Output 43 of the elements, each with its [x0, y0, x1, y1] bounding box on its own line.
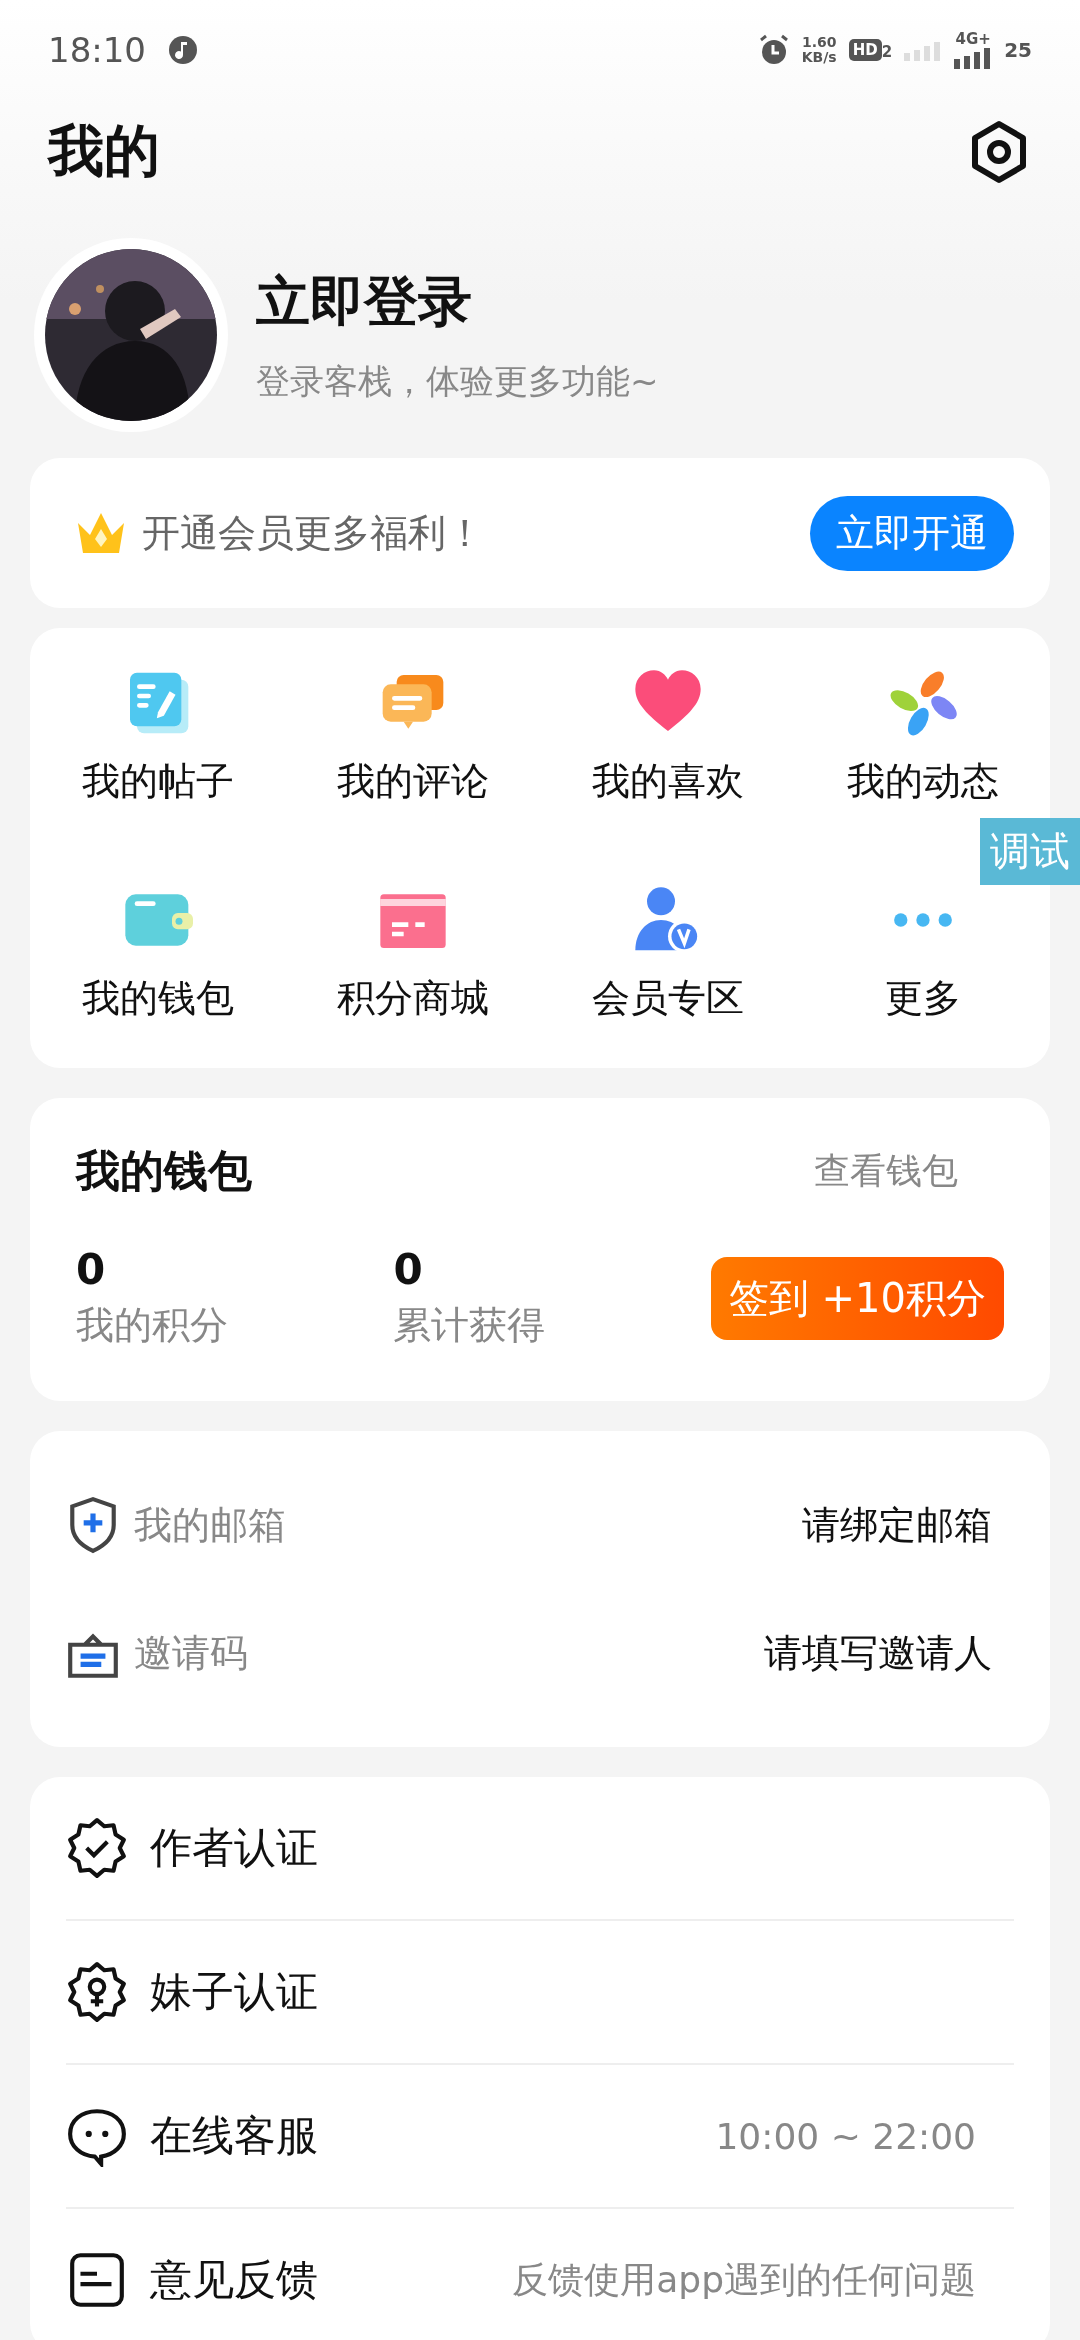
- row-label: 邀请码: [134, 1629, 248, 1677]
- shortcut-item[interactable]: 会员专区: [591, 973, 744, 1024]
- page-title: 我的: [48, 117, 160, 185]
- menu-item-detail: 反馈使用app遇到的任何问题: [512, 2257, 976, 2302]
- more-icon: [892, 912, 953, 928]
- stat-label: 我的积分: [76, 1302, 229, 1349]
- speed-unit: KB/s: [801, 50, 837, 66]
- profile-subtitle: 登录客栈，体验更多功能~: [256, 359, 659, 403]
- shortcut-item[interactable]: 我的喜欢: [591, 756, 744, 807]
- menu-item[interactable]: 妹子认证: [150, 1964, 318, 2020]
- alarm-icon: [757, 34, 790, 66]
- menu-item[interactable]: 作者认证: [150, 1820, 318, 1876]
- stat-label: 累计获得: [393, 1302, 547, 1349]
- shortcut-item[interactable]: 我的动态: [846, 756, 999, 807]
- menu-item[interactable]: 意见反馈: [150, 2252, 318, 2308]
- login-link[interactable]: 立即登录: [256, 265, 659, 339]
- music-note-icon: [168, 35, 198, 65]
- status-time: 18:10: [48, 30, 146, 70]
- stat-value: 0: [76, 1245, 107, 1294]
- view-wallet-link[interactable]: 查看钱包: [814, 1147, 958, 1196]
- menu-item[interactable]: 在线客服: [150, 2108, 318, 2164]
- wallet-title: 我的钱包: [76, 1144, 252, 1198]
- shortcut-item[interactable]: 积分商城: [336, 973, 489, 1024]
- network-type: 4G+: [955, 31, 991, 47]
- row-action[interactable]: 请填写邀请人: [764, 1627, 992, 1679]
- shortcut-item[interactable]: 我的钱包: [81, 973, 234, 1024]
- row-action[interactable]: 请绑定邮箱: [802, 1499, 992, 1551]
- row-label: 我的邮箱: [134, 1501, 286, 1549]
- menu-item-detail: 10:00 ~ 22:00: [715, 2115, 976, 2157]
- badge-check-icon: [66, 1817, 128, 1879]
- shortcut-item[interactable]: 更多: [884, 973, 961, 1024]
- badge-female-icon: [66, 1961, 128, 2023]
- join-vip-button[interactable]: 立即开通: [810, 495, 1014, 571]
- signal-icon: [904, 39, 943, 61]
- stat-value: 0: [393, 1245, 424, 1294]
- shortcut-item[interactable]: 我的评论: [336, 756, 489, 807]
- vip-promo-text: 开通会员更多福利！: [142, 509, 484, 557]
- shortcut-item[interactable]: 我的帖子: [81, 756, 234, 807]
- signal-icon: [954, 46, 993, 69]
- battery-level: 25: [1004, 38, 1032, 62]
- sim-number: 2: [881, 43, 893, 61]
- network-speed: 1.60: [801, 34, 837, 50]
- hd-badge: HD: [848, 39, 882, 61]
